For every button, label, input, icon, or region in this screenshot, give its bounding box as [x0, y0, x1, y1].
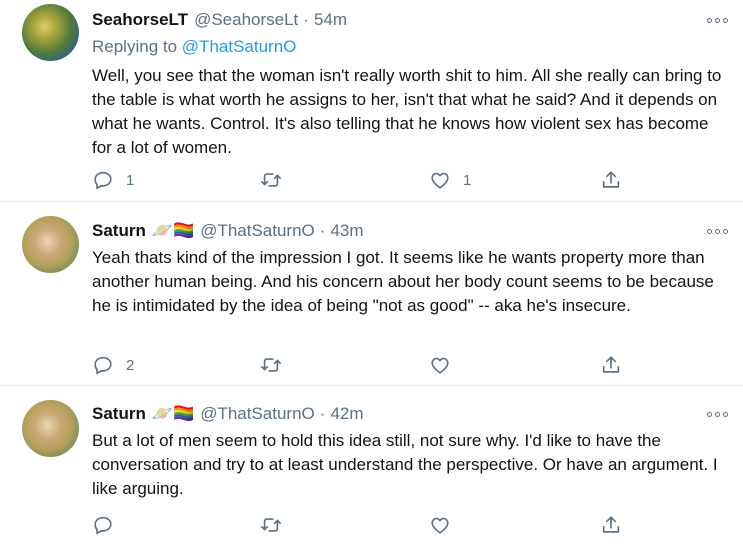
avatar[interactable] — [22, 216, 79, 273]
replying-to: Replying to @ThatSaturnO — [92, 37, 296, 57]
share-button[interactable] — [600, 168, 622, 192]
reply-count: 2 — [126, 356, 135, 374]
reply-icon — [94, 356, 112, 375]
retweet-icon — [261, 518, 281, 532]
replying-to-link[interactable]: @ThatSaturnO — [182, 37, 297, 56]
display-name[interactable]: SeahorseLT — [92, 10, 188, 30]
reply-button[interactable] — [92, 513, 126, 537]
separator: · — [319, 221, 326, 240]
reply-button[interactable]: 1 — [92, 168, 134, 192]
tweet-text: Yeah thats kind of the impression I got.… — [92, 248, 714, 315]
handle[interactable]: @ThatSaturnO — [200, 404, 315, 424]
timestamp[interactable]: 43m — [330, 221, 363, 241]
retweet-icon — [261, 173, 281, 187]
reply-count: 1 — [126, 171, 135, 189]
name-emojis: 🪐🏳️‍🌈 — [151, 404, 195, 423]
like-icon — [431, 517, 449, 534]
share-icon — [602, 356, 620, 373]
tweet-actions — [92, 513, 652, 537]
timestamp[interactable]: 54m — [314, 10, 347, 30]
display-name[interactable]: Saturn — [92, 404, 146, 424]
share-icon — [602, 516, 620, 533]
retweet-icon — [261, 358, 281, 372]
tweet-3[interactable]: Saturn 🪐🏳️‍🌈 @ThatSaturnO · 42m But a lo… — [0, 386, 743, 546]
share-icon — [602, 171, 620, 188]
tweet-actions: 2 — [92, 353, 652, 377]
handle[interactable]: @ThatSaturnO — [200, 221, 315, 241]
separator: · — [319, 404, 326, 423]
tweet-text: But a lot of men seem to hold this idea … — [92, 431, 718, 498]
like-icon — [431, 357, 449, 374]
like-button[interactable]: 1 — [429, 168, 471, 192]
tweet-header: Saturn 🪐🏳️‍🌈 @ThatSaturnO · 43m — [92, 219, 364, 243]
retweet-button[interactable] — [260, 168, 294, 192]
share-button[interactable] — [600, 513, 622, 537]
timestamp[interactable]: 42m — [330, 404, 363, 424]
name-emojis: 🪐🏳️‍🌈 — [151, 221, 195, 240]
more-icon[interactable] — [707, 409, 729, 419]
avatar[interactable] — [22, 4, 79, 61]
reply-button[interactable]: 2 — [92, 353, 134, 377]
tweet-header: Saturn 🪐🏳️‍🌈 @ThatSaturnO · 42m — [92, 402, 364, 426]
like-button[interactable] — [429, 513, 463, 537]
like-icon — [431, 172, 449, 189]
like-button[interactable] — [429, 353, 463, 377]
avatar[interactable] — [22, 400, 79, 457]
separator: · — [303, 10, 309, 29]
tweet-header: SeahorseLT @SeahorseLt · 54m — [92, 8, 347, 32]
replying-label: Replying to — [92, 37, 178, 56]
retweet-button[interactable] — [260, 513, 294, 537]
tweet-text: Well, you see that the woman isn't reall… — [92, 66, 722, 157]
tweet-1[interactable]: SeahorseLT @SeahorseLt · 54m Replying to… — [0, 0, 743, 201]
reply-icon — [94, 171, 112, 190]
share-button[interactable] — [600, 353, 622, 377]
display-name[interactable]: Saturn — [92, 221, 146, 241]
more-icon[interactable] — [707, 15, 729, 25]
like-count: 1 — [463, 171, 472, 189]
tweet-2[interactable]: Saturn 🪐🏳️‍🌈 @ThatSaturnO · 43m Yeah tha… — [0, 202, 743, 385]
more-icon[interactable] — [707, 226, 729, 236]
reply-icon — [94, 516, 112, 535]
handle[interactable]: @SeahorseLt — [194, 10, 298, 30]
retweet-button[interactable] — [260, 353, 294, 377]
tweet-actions: 1 1 — [92, 168, 652, 192]
